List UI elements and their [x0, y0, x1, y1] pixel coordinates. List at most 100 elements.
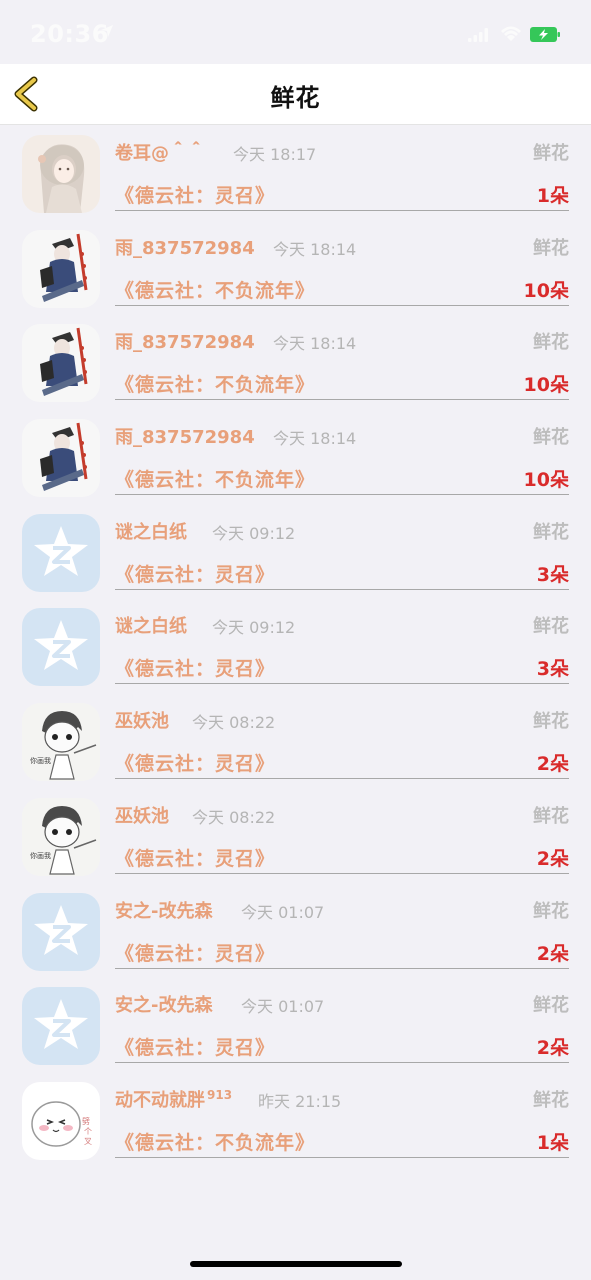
avatar-sketch-boy-icon — [22, 798, 100, 876]
avatar[interactable] — [22, 1082, 100, 1160]
novel-title[interactable]: 《德云社：灵召》 — [115, 1033, 275, 1060]
timestamp: 昨天 21:15 — [258, 1091, 342, 1111]
timestamp: 今天 18:17 — [233, 145, 317, 164]
timestamp: 今天 01:07 — [241, 997, 325, 1017]
gift-count: 10朵 — [523, 469, 569, 492]
timestamp: 今天 08:22 — [192, 807, 276, 827]
user-name-text: 安之-改先森 — [115, 900, 213, 922]
gift-type: 鲜花 — [533, 237, 569, 259]
gift-count: 10朵 — [523, 279, 569, 302]
user-name-text: 雨_837572984 — [115, 332, 255, 354]
level-badge: 913 — [207, 1087, 233, 1102]
user-name[interactable]: 安之-改先森 — [115, 897, 214, 923]
wifi-icon — [501, 26, 521, 41]
timestamp: 今天 01:07 — [241, 902, 325, 922]
divider — [115, 683, 569, 685]
gift-count: 10朵 — [523, 374, 569, 397]
avatar-portrait-girl-icon — [22, 135, 100, 213]
gift-count: 2朵 — [536, 1037, 569, 1060]
page-title: 鲜花 — [270, 84, 321, 112]
user-name-text: 动不动就胖 — [115, 1089, 205, 1111]
gift-type: 鲜花 — [533, 805, 569, 827]
gift-type: 鲜花 — [533, 521, 569, 543]
avatar-default-star-icon — [22, 514, 100, 592]
gift-type: 鲜花 — [533, 143, 569, 164]
user-name[interactable]: 巫妖池 — [115, 802, 171, 828]
user-name[interactable]: 谜之白纸 — [115, 612, 189, 638]
novel-title[interactable]: 《德云社：灵召》 — [115, 939, 275, 966]
avatar[interactable] — [22, 703, 100, 781]
list-item[interactable]: 巫妖池 今天 08:22 鲜花 《德云社：灵召》 2朵 — [0, 788, 591, 883]
user-name[interactable]: 雨_837572984 — [115, 234, 257, 260]
user-name-text: 雨_837572984 — [115, 427, 255, 449]
novel-title[interactable]: 《德云社：灵召》 — [115, 749, 275, 776]
list-item[interactable]: 巫妖池 今天 08:22 鲜花 《德云社：灵召》 2朵 — [0, 693, 591, 788]
gift-type: 鲜花 — [533, 1089, 569, 1111]
user-name[interactable]: 雨_837572984 — [115, 423, 257, 449]
gift-count: 2朵 — [536, 942, 569, 965]
user-name[interactable]: 卷耳@＾＾ — [115, 139, 207, 165]
list-item[interactable]: 雨_837572984 今天 18:14 鲜花 《德云社：不负流年》 10朵 — [0, 409, 591, 504]
home-indicator[interactable] — [190, 1261, 402, 1267]
avatar[interactable] — [22, 419, 100, 497]
list-item[interactable]: 动不动就胖 913 昨天 21:15 鲜花 《德云社：不负流年》 1朵 — [0, 1072, 591, 1167]
battery-charging-icon — [530, 27, 560, 42]
user-name-text: 巫妖池 — [115, 805, 169, 827]
user-name-text: 卷耳@＾＾ — [115, 143, 205, 164]
gift-type: 鲜花 — [533, 616, 569, 638]
gift-type: 鲜花 — [533, 711, 569, 733]
list-item[interactable]: 安之-改先森 今天 01:07 鲜花 《德云社：灵召》 2朵 — [0, 977, 591, 1072]
avatar[interactable] — [22, 324, 100, 402]
navigation-bar: 鲜花 — [0, 64, 591, 125]
status-bar: 20:36 — [0, 0, 591, 64]
avatar[interactable] — [22, 135, 100, 213]
gift-count: 1朵 — [536, 185, 569, 207]
list-item[interactable]: 卷耳@＾＾ 今天 18:17 鲜花 《德云社：灵召》 1朵 — [0, 125, 591, 220]
list-item[interactable]: 谜之白纸 今天 09:12 鲜花 《德云社：灵召》 3朵 — [0, 504, 591, 599]
avatar[interactable] — [22, 608, 100, 686]
novel-title[interactable]: 《德云社：灵召》 — [115, 844, 275, 871]
avatar-default-star-icon — [22, 893, 100, 971]
avatar-sketch-boy-icon — [22, 703, 100, 781]
list-item[interactable]: 雨_837572984 今天 18:14 鲜花 《德云社：不负流年》 10朵 — [0, 220, 591, 315]
list-item[interactable]: 雨_837572984 今天 18:14 鲜花 《德云社：不负流年》 10朵 — [0, 314, 591, 409]
novel-title[interactable]: 《德云社：不负流年》 — [115, 370, 315, 397]
timestamp: 今天 18:14 — [273, 334, 357, 354]
divider — [115, 210, 569, 211]
list-item[interactable]: 安之-改先森 今天 01:07 鲜花 《德云社：灵召》 2朵 — [0, 883, 591, 978]
novel-title[interactable]: 《德云社：不负流年》 — [115, 276, 315, 303]
timestamp: 今天 18:14 — [273, 239, 357, 259]
gift-count: 3朵 — [536, 563, 569, 586]
gift-count: 2朵 — [536, 753, 569, 776]
avatar-cartoon-blob-icon — [22, 1082, 100, 1160]
timestamp: 今天 09:12 — [212, 523, 296, 543]
gift-count: 1朵 — [536, 1131, 569, 1154]
novel-title[interactable]: 《德云社：不负流年》 — [115, 465, 315, 492]
list-item[interactable]: 谜之白纸 今天 09:12 鲜花 《德云社：灵召》 3朵 — [0, 598, 591, 693]
gift-type: 鲜花 — [533, 995, 569, 1017]
user-name[interactable]: 安之-改先森 — [115, 991, 214, 1017]
divider — [115, 967, 569, 969]
novel-title[interactable]: 《德云社：灵召》 — [115, 654, 275, 681]
avatar[interactable] — [22, 798, 100, 876]
user-name[interactable]: 动不动就胖 913 — [115, 1086, 232, 1112]
avatar-default-star-icon — [22, 987, 100, 1065]
cellular-signal-icon — [468, 28, 488, 42]
divider — [115, 304, 569, 306]
divider — [115, 494, 569, 496]
novel-title[interactable]: 《德云社：灵召》 — [115, 560, 275, 587]
avatar[interactable] — [22, 514, 100, 592]
novel-title[interactable]: 《德云社：不负流年》 — [115, 1128, 315, 1155]
user-name[interactable]: 谜之白纸 — [115, 518, 189, 544]
avatar[interactable] — [22, 893, 100, 971]
novel-title[interactable]: 《德云社：灵召》 — [115, 181, 275, 208]
user-name[interactable]: 巫妖池 — [115, 707, 171, 733]
avatar[interactable] — [22, 987, 100, 1065]
gift-count: 3朵 — [536, 658, 569, 681]
avatar-warrior-icon — [22, 324, 100, 402]
divider — [115, 872, 569, 874]
avatar[interactable] — [22, 230, 100, 308]
flower-record-list: 卷耳@＾＾ 今天 18:17 鲜花 《德云社：灵召》 1朵 雨_83757298… — [0, 125, 591, 1167]
gift-type: 鲜花 — [533, 427, 569, 449]
user-name[interactable]: 雨_837572984 — [115, 328, 257, 354]
